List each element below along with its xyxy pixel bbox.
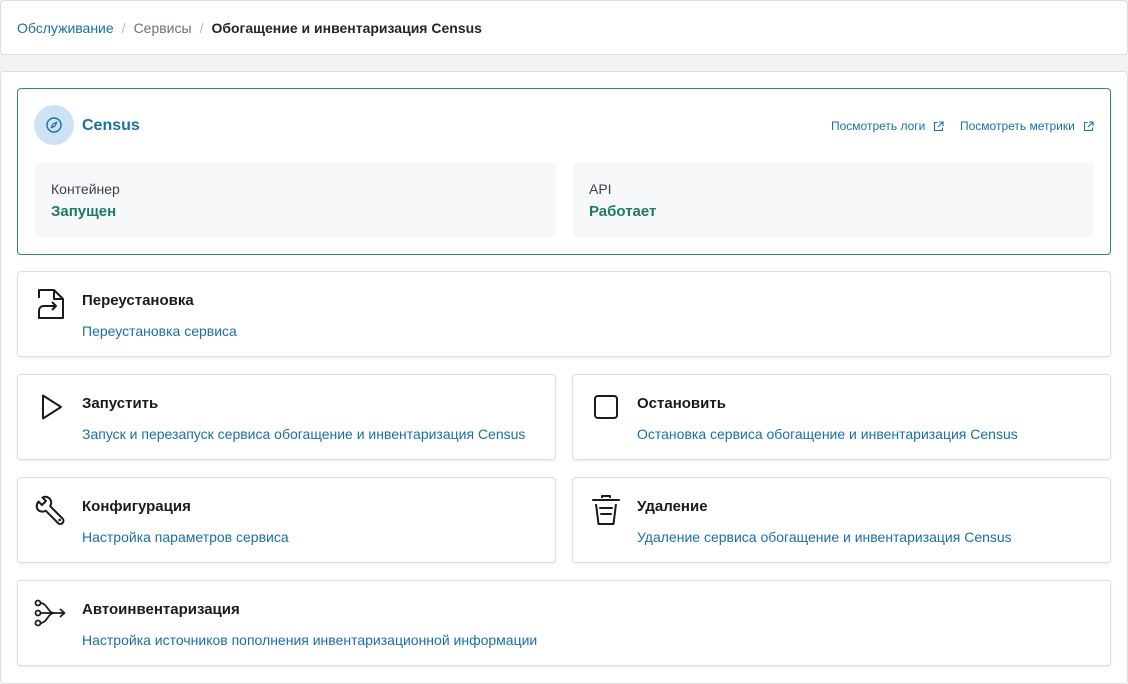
api-status-value: Работает [589,203,657,220]
stop-description: Остановка сервиса обогащение и инвентари… [637,426,1018,442]
breadcrumb-item-services[interactable]: Сервисы [134,20,192,36]
breadcrumb-item-current: Обогащение и инвентаризация Census [211,19,482,36]
merge-arrows-icon [34,595,68,631]
autoinventory-description: Настройка источников пополнения инвентар… [82,632,538,648]
config-card[interactable]: Конфигурация Настройка параметров сервис… [17,477,556,563]
view-logs-label: Посмотреть логи [831,119,926,133]
delete-title: Удаление [637,498,708,515]
container-status-box: Контейнер Запущен [35,162,556,237]
reinstall-description: Переустановка сервиса [82,323,237,339]
play-icon [34,389,68,425]
stop-title: Остановить [637,395,726,412]
view-metrics-link[interactable]: Посмотреть метрики [960,119,1094,133]
external-link-icon [934,120,944,131]
breadcrumb-item-maintenance[interactable]: Обслуживание [17,20,114,36]
external-link-icon [1083,120,1094,131]
reinstall-title: Переустановка [82,292,194,309]
container-status-label: Контейнер [51,181,120,197]
config-title: Конфигурация [82,498,191,515]
reinstall-card[interactable]: Переустановка Переустановка сервиса [17,271,1111,357]
delete-description: Удаление сервиса обогащение и инвентариз… [637,529,1012,545]
autoinventory-card[interactable]: Автоинвентаризация Настройка источников … [17,580,1111,666]
view-logs-link[interactable]: Посмотреть логи [831,119,944,133]
breadcrumb-separator: / [121,19,126,36]
start-card[interactable]: Запустить Запуск и перезапуск сервиса об… [17,374,556,460]
config-description: Настройка параметров сервиса [82,529,289,545]
compass-icon [46,117,62,133]
autoinventory-title: Автоинвентаризация [82,601,240,618]
service-name: Census [82,117,140,134]
start-description: Запуск и перезапуск сервиса обогащение и… [82,426,526,442]
api-status-box: API Работает [573,162,1094,237]
wrench-icon [34,492,68,528]
trash-icon [589,492,623,528]
start-title: Запустить [82,395,159,412]
stop-icon [589,389,623,425]
delete-card[interactable]: Удаление Удаление сервиса обогащение и и… [572,477,1111,563]
container-status-value: Запущен [51,203,117,220]
view-metrics-label: Посмотреть метрики [960,119,1075,133]
service-status-card: Census Посмотреть логи Посмотреть метрик… [17,88,1111,255]
breadcrumb-separator: / [199,19,204,36]
service-avatar [34,105,74,145]
stop-card[interactable]: Остановить Остановка сервиса обогащение … [572,374,1111,460]
api-status-label: API [589,181,612,197]
breadcrumb: Обслуживание / Сервисы / Обогащение и ин… [0,0,1128,55]
file-reinstall-icon [34,286,68,322]
